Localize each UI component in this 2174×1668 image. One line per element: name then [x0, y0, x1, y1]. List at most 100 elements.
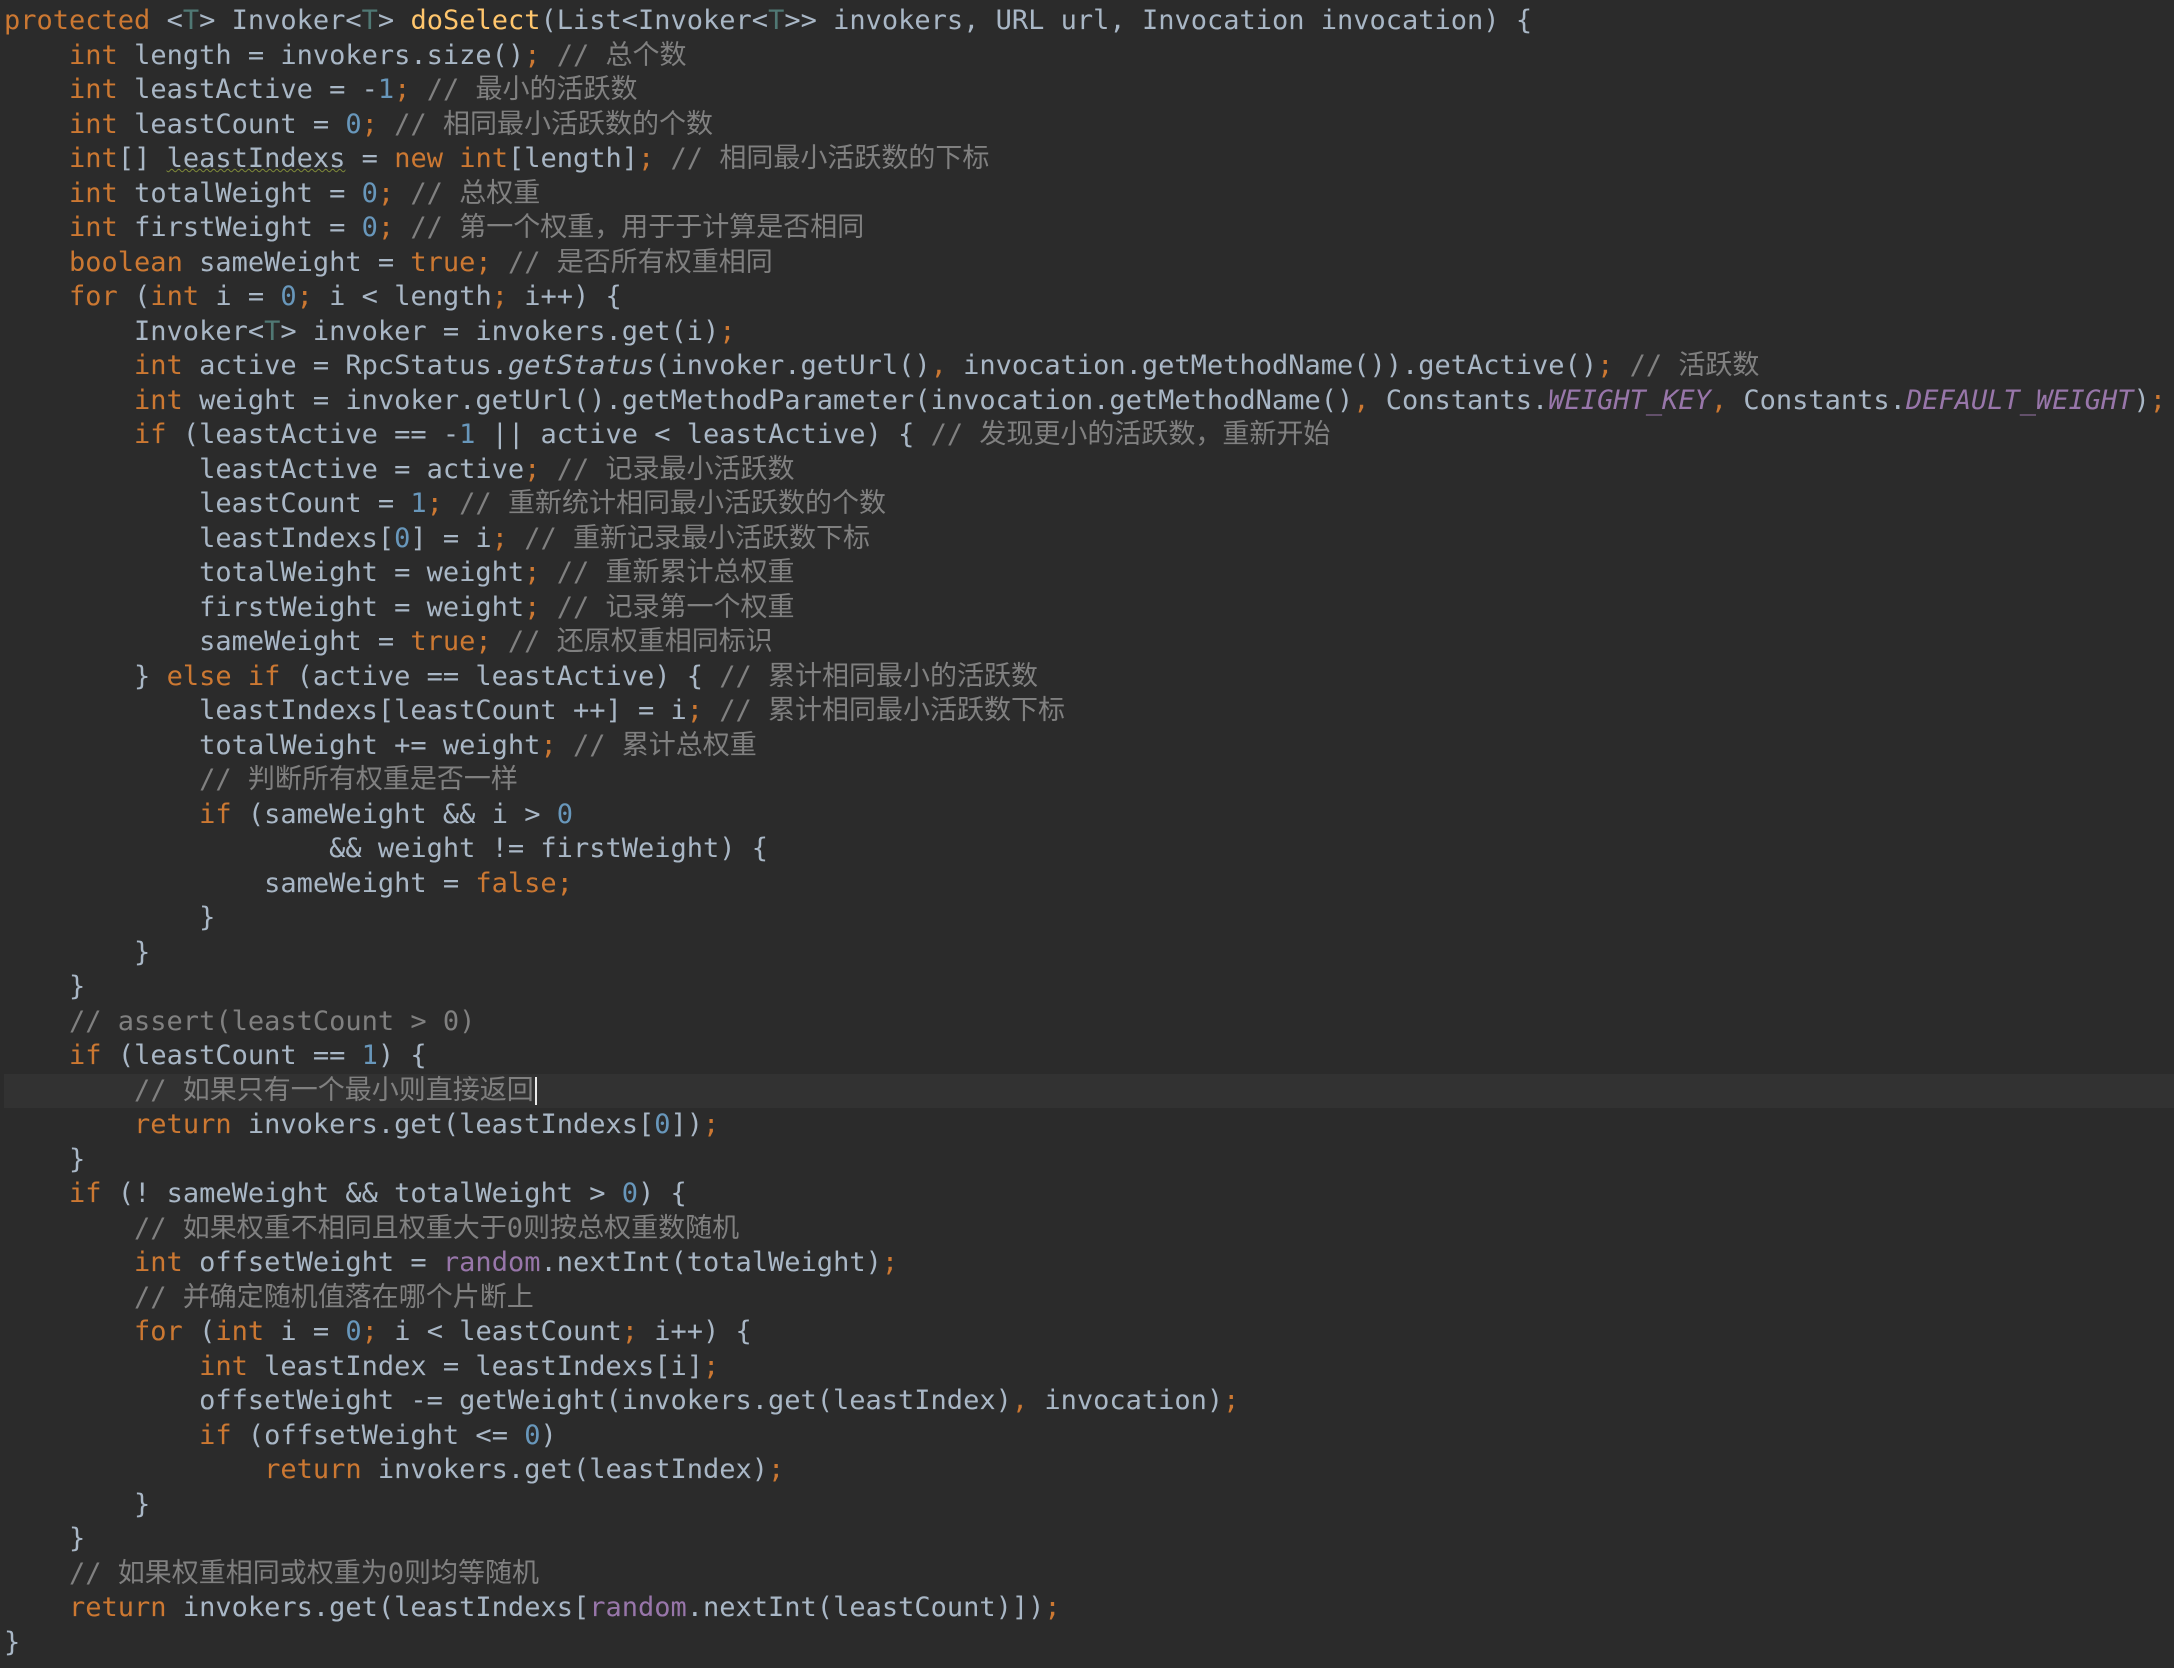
code-token: leastIndex = leastIndexs[i] [264, 1350, 704, 1382]
code-line[interactable]: if (leastActive == -1 || active < leastA… [4, 418, 2174, 453]
code-line[interactable]: // assert(leastCount > 0) [4, 1005, 2174, 1040]
code-token: ; [361, 1316, 395, 1347]
code-token: // 如果只有一个最小则直接返回 [4, 1074, 534, 1106]
code-token: i++) { [524, 281, 622, 312]
code-line[interactable]: totalWeight = weight; // 重新累计总权重 [4, 556, 2174, 591]
code-line[interactable]: int weight = invoker.getUrl().getMethodP… [4, 384, 2174, 419]
code-line[interactable]: } [4, 936, 2174, 971]
code-token: < [166, 5, 183, 36]
code-line[interactable]: return invokers.get(leastIndexs[0]); [4, 1108, 2174, 1143]
code-line[interactable]: // 如果权重相同或权重为0则均等随机 [4, 1557, 2174, 1592]
code-token: return [264, 1454, 378, 1485]
code-token: 0 [654, 1109, 671, 1140]
code-line[interactable]: int totalWeight = 0; // 总权重 [4, 177, 2174, 212]
code-line[interactable]: int active = RpcStatus.getStatus(invoker… [4, 349, 2174, 384]
code-editor[interactable]: protected <T> Invoker<T> doSelect(List<I… [0, 0, 2174, 1668]
code-token: invokers.get(leastIndex) [377, 1454, 769, 1485]
code-line[interactable]: return invokers.get(leastIndexs[random.n… [4, 1591, 2174, 1626]
code-token: T [264, 315, 281, 347]
code-line[interactable]: firstWeight = weight; // 记录第一个权重 [4, 591, 2174, 626]
code-line[interactable]: int[] leastIndexs = new int[length]; // … [4, 142, 2174, 177]
code-line[interactable]: if (sameWeight && i > 0 [4, 798, 2174, 833]
code-token: true; [410, 626, 492, 657]
code-token: // 最小的活跃数 [410, 74, 638, 105]
code-line[interactable]: sameWeight = true; // 还原权重相同标识 [4, 625, 2174, 660]
code-line[interactable]: int firstWeight = 0; // 第一个权重，用于于计算是否相同 [4, 211, 2174, 246]
code-line[interactable]: // 判断所有权重是否一样 [4, 763, 2174, 798]
code-token: ) [2133, 384, 2150, 416]
code-area[interactable]: protected <T> Invoker<T> doSelect(List<I… [4, 4, 2174, 1668]
code-line[interactable]: int leastIndex = leastIndexs[i]; [4, 1350, 2174, 1385]
code-token: (invoker.getUrl() [654, 350, 931, 381]
code-line[interactable]: leastIndexs[leastCount ++] = i; // 累计相同最… [4, 694, 2174, 729]
code-token: ; [703, 1350, 720, 1382]
code-line[interactable]: } [4, 901, 2174, 936]
code-line[interactable]: if (offsetWeight <= 0) [4, 1419, 2174, 1454]
code-token: Constants. [1743, 384, 1906, 416]
code-token: // 发现更小的活跃数，重新开始 [914, 419, 1331, 450]
code-line[interactable]: if (! sameWeight && totalWeight > 0) { [4, 1177, 2174, 1212]
code-line[interactable]: } [4, 970, 2174, 1005]
code-token: 0 [345, 1316, 362, 1347]
code-line[interactable]: } [4, 1626, 2174, 1661]
code-line[interactable]: } [4, 1143, 2174, 1178]
code-token: // 是否所有权重相同 [491, 246, 773, 278]
code-line[interactable]: int leastActive = -1; // 最小的活跃数 [4, 73, 2174, 108]
code-line[interactable]: protected <T> Invoker<T> doSelect(List<I… [4, 4, 2174, 39]
code-token: if [134, 419, 183, 450]
code-token: ; [1223, 1385, 1240, 1416]
code-token: } [4, 1143, 86, 1175]
code-line[interactable]: int length = invokers.size(); // 总个数 [4, 39, 2174, 74]
code-line[interactable]: for (int i = 0; i < length; i++) { [4, 280, 2174, 315]
code-line[interactable]: for (int i = 0; i < leastCount; i++) { [4, 1315, 2174, 1350]
code-token: sameWeight = [4, 626, 411, 657]
code-token: return [134, 1109, 248, 1140]
code-token: 1 [459, 419, 492, 450]
code-token: 0 [621, 1178, 638, 1209]
code-line[interactable]: && weight != firstWeight) { [4, 832, 2174, 867]
code-token: } [4, 1626, 21, 1658]
code-line[interactable]: totalWeight += weight; // 累计总权重 [4, 729, 2174, 764]
code-token: doSelect [410, 5, 541, 36]
code-line[interactable]: // 如果只有一个最小则直接返回 [4, 1073, 2174, 1108]
code-token: random [442, 1247, 541, 1278]
code-line[interactable]: leastIndexs[0] = i; // 重新记录最小活跃数下标 [4, 522, 2174, 557]
code-line[interactable]: leastCount = 1; // 重新统计相同最小活跃数的个数 [4, 487, 2174, 522]
code-token: DEFAULT_WEIGHT [1905, 384, 2134, 416]
code-token: ; [524, 557, 541, 588]
code-line[interactable]: Invoker<T> invoker = invokers.get(i); [4, 315, 2174, 350]
code-token: ; [686, 695, 703, 726]
code-token: ) { [377, 1040, 427, 1071]
code-line[interactable]: sameWeight = false; [4, 867, 2174, 902]
code-line[interactable]: } [4, 1522, 2174, 1557]
code-token: // 第一个权重，用于于计算是否相同 [394, 212, 865, 243]
code-token: = [345, 143, 395, 174]
code-token: Invoker< [4, 315, 265, 347]
code-token: 0 [556, 798, 573, 830]
code-line[interactable]: int leastCount = 0; // 相同最小活跃数的个数 [4, 108, 2174, 143]
code-line[interactable]: } [4, 1488, 2174, 1523]
code-line[interactable]: return invokers.get(leastIndex); [4, 1453, 2174, 1488]
code-token: int [134, 1247, 200, 1278]
code-line[interactable]: // 如果权重不相同且权重大于0则按总权重数随机 [4, 1212, 2174, 1247]
code-token: i++) { [654, 1316, 752, 1347]
code-line[interactable]: leastActive = active; // 记录最小活跃数 [4, 453, 2174, 488]
code-line[interactable]: // 并确定随机值落在哪个片断上 [4, 1281, 2174, 1316]
code-token: leastActive = - [134, 74, 378, 105]
code-line[interactable]: boolean sameWeight = true; // 是否所有权重相同 [4, 246, 2174, 281]
code-token: ) [540, 1419, 557, 1451]
code-token: .nextInt(totalWeight) [540, 1247, 882, 1278]
code-token: // 相同最小活跃数的个数 [377, 108, 713, 140]
code-line[interactable]: if (leastCount == 1) { [4, 1039, 2174, 1074]
code-line[interactable]: int offsetWeight = random.nextInt(totalW… [4, 1246, 2174, 1281]
code-line[interactable]: } else if (active == leastActive) { // 累… [4, 660, 2174, 695]
code-line[interactable]: offsetWeight -= getWeight(invokers.get(l… [4, 1384, 2174, 1419]
